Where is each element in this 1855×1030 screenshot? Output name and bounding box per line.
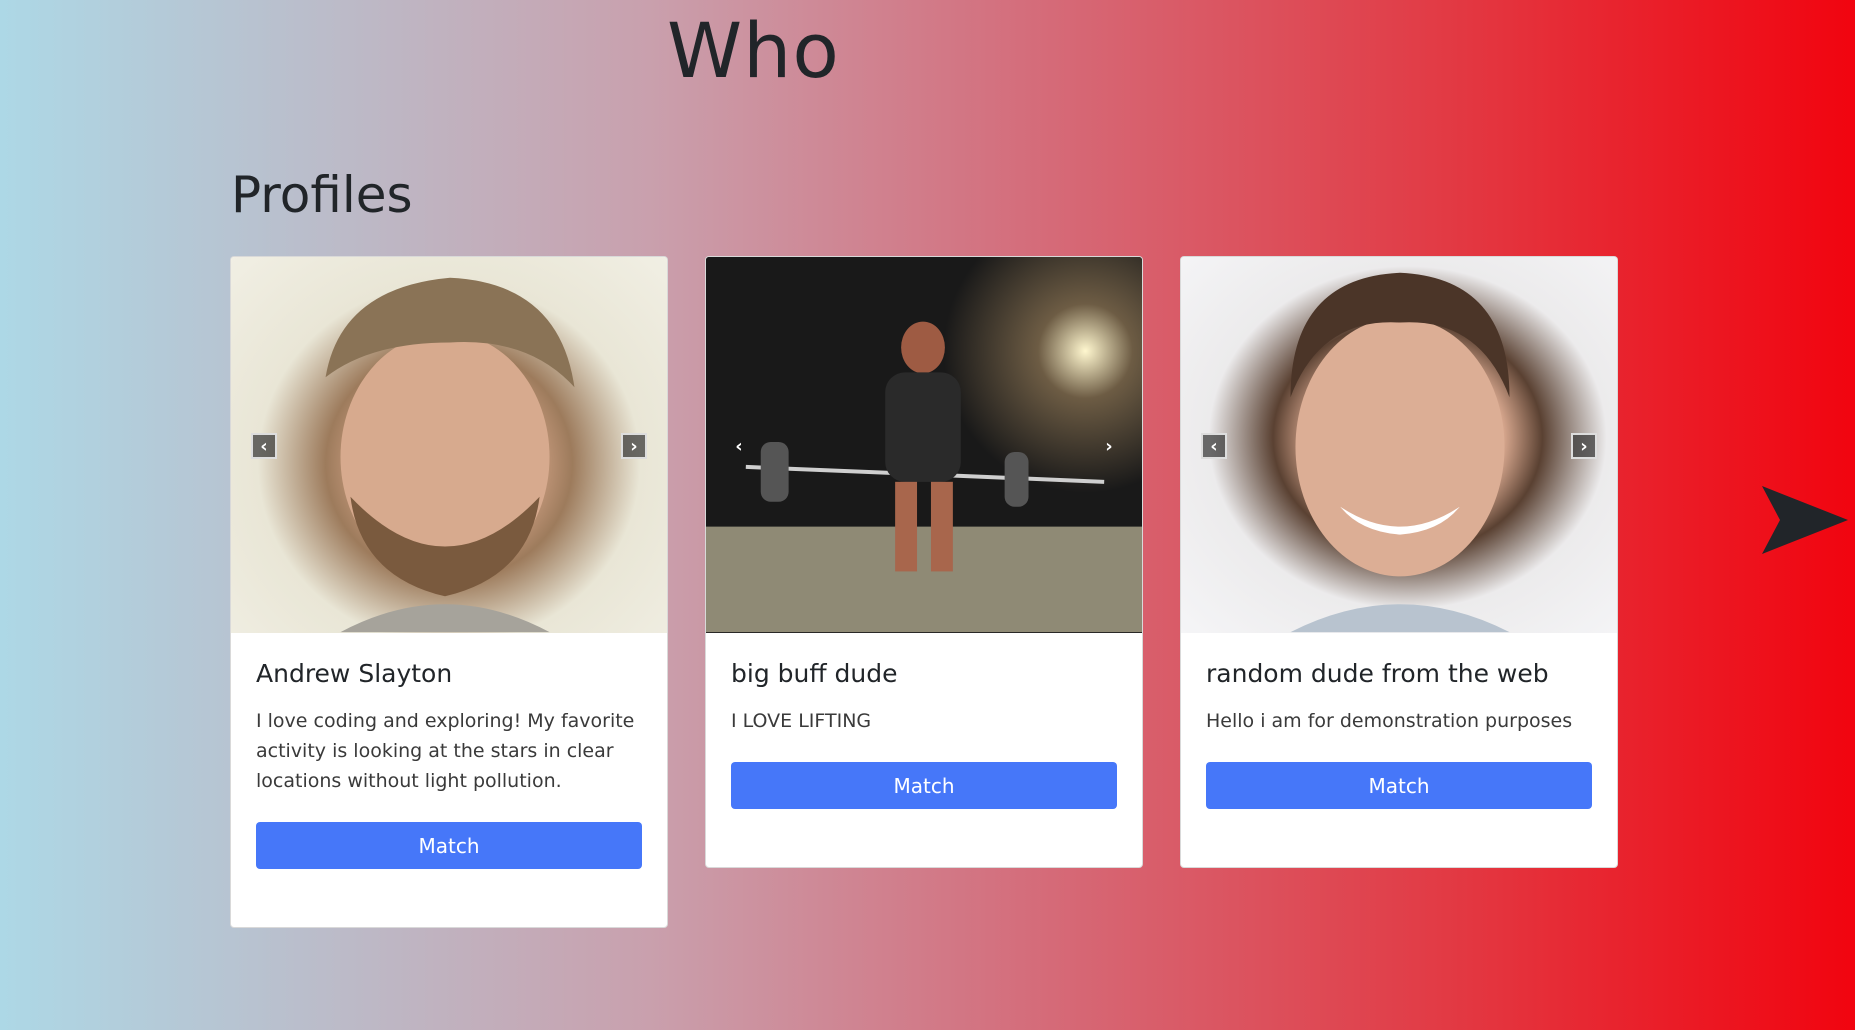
profile-photo-illustration [1290, 272, 1510, 633]
carousel-prev-button[interactable]: ‹ [1201, 433, 1227, 459]
profile-photo: ‹ › [706, 257, 1142, 633]
profile-photo: ‹ › [1181, 257, 1617, 633]
profile-photo-illustration [706, 321, 1142, 633]
profile-bio: I LOVE LIFTING [731, 710, 872, 732]
chevron-right-icon: › [630, 435, 638, 457]
chevron-left-icon: ‹ [735, 435, 743, 457]
brand-title: Who [667, 6, 840, 95]
carousel-next-button[interactable]: › [1571, 433, 1597, 459]
profile-card: ‹ › random dude from the web Hello i am … [1180, 256, 1618, 868]
profile-card: ‹ › big buff dude I LOVE LIFTING Match [705, 256, 1143, 868]
profile-name: Andrew Slayton [256, 659, 453, 688]
profile-photo-illustration [325, 277, 575, 633]
profile-name: big buff dude [731, 659, 898, 688]
chevron-left-icon: ‹ [260, 435, 268, 457]
card-body: Andrew Slayton I love coding and explori… [231, 633, 667, 891]
page-title: Profiles [231, 166, 413, 224]
profile-bio: Hello i am for demonstration purposes [1206, 710, 1573, 732]
profile-card: ‹ › Andrew Slayton I love coding and exp… [230, 256, 668, 928]
profile-bio: I love coding and exploring! My favorite… [256, 710, 635, 792]
match-button[interactable]: Match [1206, 762, 1592, 809]
chevron-left-icon: ‹ [1210, 435, 1218, 457]
carousel-prev-button[interactable]: ‹ [726, 433, 752, 459]
arrow-right-icon[interactable] [1760, 484, 1850, 556]
match-button[interactable]: Match [731, 762, 1117, 809]
carousel-next-button[interactable]: › [1096, 433, 1122, 459]
card-body: big buff dude I LOVE LIFTING Match [706, 633, 1142, 831]
profile-photo: ‹ › [231, 257, 667, 633]
chevron-right-icon: › [1105, 435, 1113, 457]
profile-name: random dude from the web [1206, 659, 1549, 688]
chevron-right-icon: › [1580, 435, 1588, 457]
card-body: random dude from the web Hello i am for … [1181, 633, 1617, 831]
match-button[interactable]: Match [256, 822, 642, 869]
carousel-next-button[interactable]: › [621, 433, 647, 459]
carousel-prev-button[interactable]: ‹ [251, 433, 277, 459]
